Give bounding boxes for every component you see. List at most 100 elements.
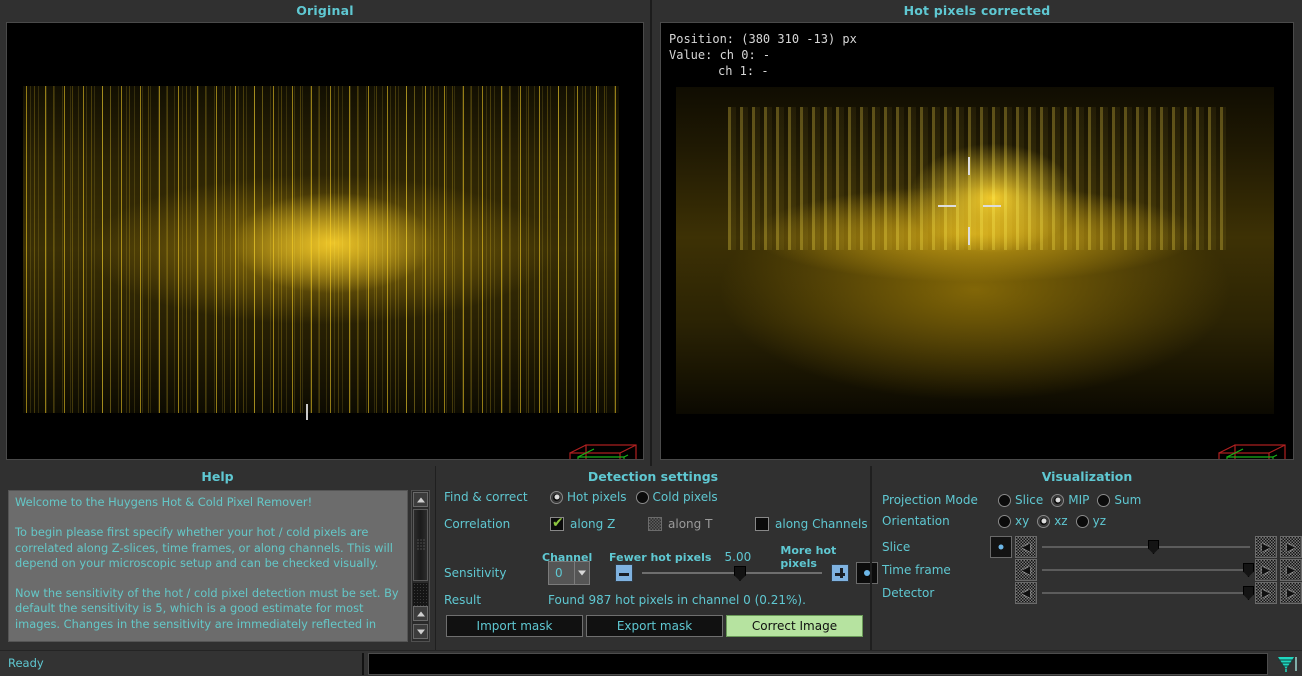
export-mask-button[interactable]: Export mask (586, 615, 723, 637)
detector-next-button[interactable]: ▶ (1255, 582, 1277, 604)
chevron-down-icon[interactable] (574, 562, 589, 584)
scroll-down-icon (417, 629, 425, 634)
radio-projection-sum[interactable] (1097, 494, 1110, 507)
radio-orientation-yz[interactable] (1076, 515, 1089, 528)
slice-label: Slice (882, 540, 990, 554)
left-arrow-icon: ◀ (1022, 542, 1030, 553)
corrected-panel-title: Hot pixels corrected (652, 0, 1302, 22)
correlation-label: Correlation (444, 517, 544, 531)
slice-slider-track (1042, 546, 1250, 548)
detector-prev-button[interactable]: ◀ (1015, 582, 1037, 604)
sensitivity-increase-button[interactable] (831, 564, 849, 582)
status-divider (362, 653, 364, 675)
orientation-label: Orientation (882, 514, 994, 528)
result-text: Found 987 hot pixels in channel 0 (0.21%… (548, 593, 806, 607)
right-arrow-icon: ▶ (1262, 542, 1270, 553)
help-scroll-up-button-2[interactable] (413, 606, 428, 621)
detector-slider-knob[interactable] (1243, 586, 1254, 600)
help-scroll-thumb[interactable] (413, 509, 428, 581)
slice-marker-button[interactable] (990, 536, 1012, 558)
value-readout-ch1: ch 1: - (669, 63, 857, 79)
find-correct-label: Find & correct (444, 490, 544, 504)
slice-slider[interactable] (1042, 539, 1250, 555)
checkbox-along-channels-label[interactable]: along Channels (775, 517, 868, 531)
original-panel-title: Original (0, 0, 650, 22)
checkbox-along-z-label[interactable]: along Z (570, 517, 648, 531)
radio-projection-mip-label[interactable]: MIP (1068, 493, 1089, 507)
radio-orientation-xy-label[interactable]: xy (1015, 514, 1029, 528)
time-frame-prev-button[interactable]: ◀ (1015, 559, 1037, 581)
value-readout-ch0: Value: ch 0: - (669, 47, 857, 63)
help-paragraph: Now the sensitivity of the hot / cold pi… (15, 586, 401, 632)
huygens-hot-cold-pixel-remover-window: Original (0, 0, 1302, 676)
correlation-row: Correlation along Z along T along Channe… (444, 517, 868, 531)
orientation-box-icon (568, 443, 640, 460)
original-image-canvas[interactable] (6, 22, 644, 460)
result-label: Result (444, 593, 542, 607)
radio-orientation-xz[interactable] (1037, 515, 1050, 528)
original-viewer-panel: Original (0, 0, 650, 466)
status-message: Ready (8, 656, 44, 670)
radio-cold-pixels[interactable] (636, 491, 649, 504)
sensitivity-row: Sensitivity 0 (444, 561, 878, 585)
checkbox-along-z[interactable] (550, 517, 564, 531)
radio-projection-mip[interactable] (1051, 494, 1064, 507)
radio-projection-sum-label[interactable]: Sum (1114, 493, 1141, 507)
help-section: Help Welcome to the Huygens Hot & Cold P… (0, 466, 435, 650)
checkbox-along-channels[interactable] (755, 517, 769, 531)
time-frame-last-button[interactable]: ▶ (1280, 559, 1302, 581)
time-frame-label: Time frame (882, 563, 990, 577)
visualization-title: Visualization (872, 466, 1302, 487)
slice-slider-knob[interactable] (1148, 540, 1159, 554)
time-frame-slider[interactable] (1042, 562, 1250, 578)
channel-spinbox[interactable]: 0 (548, 561, 590, 585)
orientation-box-icon (1217, 443, 1289, 460)
radio-orientation-xz-label[interactable]: xz (1054, 514, 1067, 528)
slice-next-button[interactable]: ▶ (1255, 536, 1277, 558)
radio-hot-pixels[interactable] (550, 491, 563, 504)
radio-hot-pixels-label[interactable]: Hot pixels (567, 490, 627, 504)
double-right-arrow-icon: ▶ (1287, 542, 1295, 553)
radio-cold-pixels-label[interactable]: Cold pixels (653, 490, 718, 504)
radio-projection-slice-label[interactable]: Slice (1015, 493, 1043, 507)
help-scroll-up-button[interactable] (413, 492, 428, 507)
scroll-up-icon (417, 497, 425, 502)
corrected-viewer-panel: Hot pixels corrected Position: (380 310 … (650, 0, 1302, 466)
sensitivity-slider[interactable] (642, 565, 822, 581)
time-frame-next-button[interactable]: ▶ (1255, 559, 1277, 581)
detector-last-button[interactable]: ▶ (1280, 582, 1302, 604)
radio-projection-slice[interactable] (998, 494, 1011, 507)
sensitivity-slider-track (642, 572, 822, 574)
orientation-row: Orientation xy xz yz (882, 514, 1106, 528)
time-frame-slider-track (1042, 569, 1250, 571)
correct-image-button[interactable]: Correct Image (726, 615, 863, 637)
slice-row: Slice ◀ ▶ ▶ (882, 536, 1302, 558)
controls-area: Help Welcome to the Huygens Hot & Cold P… (0, 466, 1302, 650)
help-text-body: Welcome to the Huygens Hot & Cold Pixel … (8, 490, 408, 642)
detector-label: Detector (882, 586, 990, 600)
checkbox-along-t[interactable] (648, 517, 662, 531)
radio-orientation-yz-label[interactable]: yz (1093, 514, 1106, 528)
cursor-marker (306, 404, 308, 420)
sensitivity-decrease-button[interactable] (615, 564, 633, 582)
radio-orientation-xy[interactable] (998, 515, 1011, 528)
detection-settings-section: Detection settings Find & correct Hot pi… (435, 466, 870, 650)
crosshair-top-tick (968, 157, 970, 175)
slice-prev-button[interactable]: ◀ (1015, 536, 1037, 558)
detector-slider-track (1042, 592, 1250, 594)
sensitivity-slider-knob[interactable] (734, 566, 746, 581)
left-arrow-icon: ◀ (1022, 588, 1030, 599)
import-mask-button[interactable]: Import mask (446, 615, 583, 637)
detector-slider[interactable] (1042, 585, 1250, 601)
help-paragraph: Welcome to the Huygens Hot & Cold Pixel … (15, 495, 401, 510)
corrected-image-canvas[interactable]: Position: (380 310 -13) px Value: ch 0: … (660, 22, 1294, 460)
corrected-image-data (676, 87, 1274, 414)
slice-last-button[interactable]: ▶ (1280, 536, 1302, 558)
right-arrow-icon: ▶ (1262, 588, 1270, 599)
help-scroll-down-button[interactable] (413, 624, 428, 639)
projection-mode-label: Projection Mode (882, 493, 994, 507)
help-scrollbar[interactable] (411, 490, 430, 642)
time-frame-row: Time frame ◀ ▶ ▶ (882, 559, 1302, 581)
visualization-section: Visualization Projection Mode Slice MIP … (870, 466, 1302, 650)
time-frame-slider-knob[interactable] (1243, 563, 1254, 577)
